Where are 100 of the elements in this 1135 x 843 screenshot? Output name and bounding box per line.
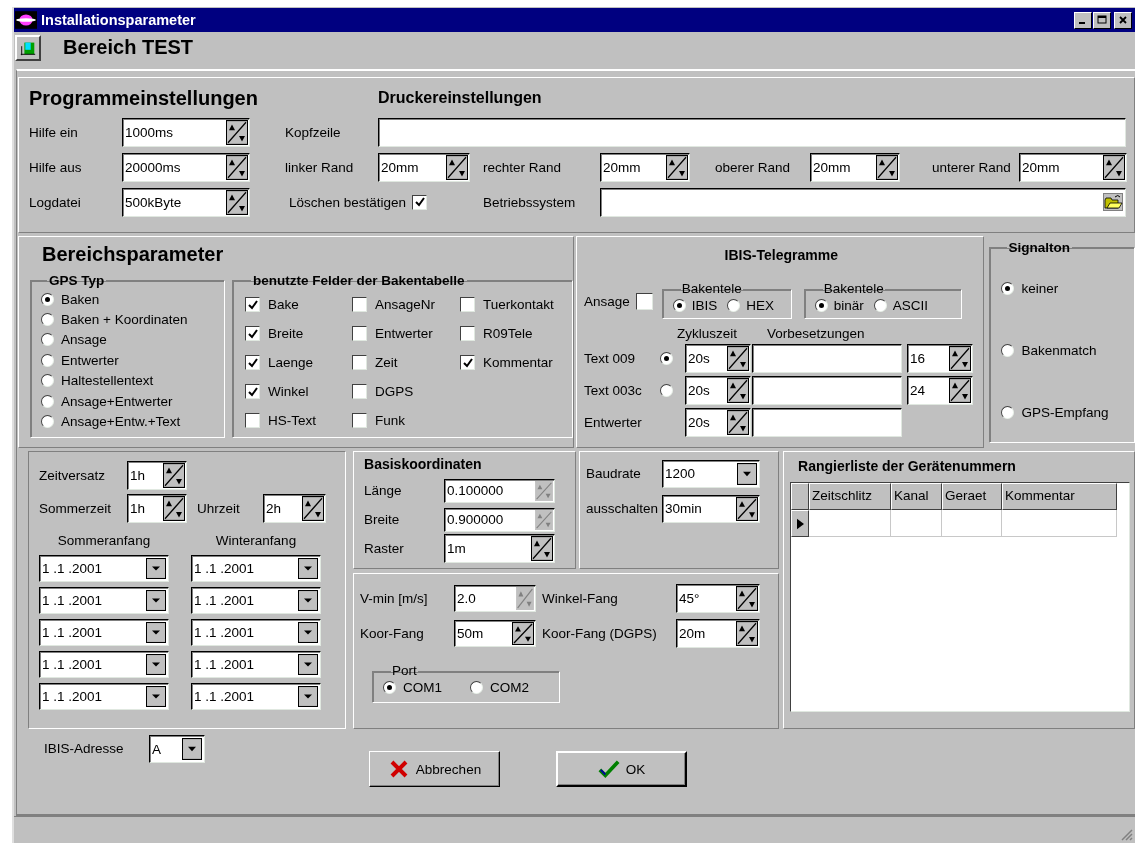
combo-box[interactable]: 1 .1 .2001 bbox=[191, 683, 321, 710]
radio-button[interactable] bbox=[41, 353, 54, 367]
spin-field[interactable]: 20mm bbox=[810, 152, 900, 182]
radio-button[interactable] bbox=[41, 292, 54, 306]
spin-field[interactable]: 2h bbox=[263, 493, 326, 523]
spin-button[interactable] bbox=[302, 495, 324, 521]
spin-button[interactable] bbox=[163, 462, 185, 488]
radio-button[interactable] bbox=[1000, 281, 1014, 295]
dropdown-button[interactable] bbox=[298, 590, 318, 611]
spin-button[interactable] bbox=[226, 119, 248, 145]
resize-grip-icon[interactable] bbox=[1119, 827, 1133, 841]
dropdown-button[interactable] bbox=[298, 622, 318, 643]
radio-button[interactable] bbox=[41, 313, 54, 327]
spin-button[interactable] bbox=[736, 585, 759, 611]
text-field[interactable] bbox=[378, 117, 1126, 147]
checkbox[interactable] bbox=[245, 413, 260, 428]
spin-field[interactable]: 20s bbox=[685, 343, 751, 373]
radio-button[interactable] bbox=[41, 415, 54, 429]
spin-button[interactable] bbox=[446, 154, 468, 180]
spin-button[interactable] bbox=[727, 377, 749, 403]
column-header[interactable]: Zeitschlitz bbox=[809, 483, 892, 510]
combo-box[interactable]: 1 .1 .2001 bbox=[191, 651, 321, 678]
checkbox[interactable] bbox=[352, 413, 367, 428]
checkbox[interactable] bbox=[245, 297, 260, 312]
combo-box[interactable]: 1 .1 .2001 bbox=[39, 587, 169, 614]
row-header-cell[interactable] bbox=[791, 510, 810, 537]
radio-button[interactable] bbox=[873, 298, 887, 312]
text-field[interactable] bbox=[752, 407, 902, 437]
radio-button[interactable] bbox=[727, 298, 741, 312]
checkbox[interactable] bbox=[460, 326, 475, 341]
spin-button[interactable] bbox=[226, 189, 248, 215]
combo-box[interactable]: 1 .1 .2001 bbox=[39, 651, 169, 678]
dropdown-button[interactable] bbox=[146, 622, 166, 643]
spin-field[interactable]: 20mm bbox=[600, 152, 690, 182]
spin-field[interactable]: 30min bbox=[662, 494, 761, 523]
radio-button[interactable] bbox=[470, 680, 484, 694]
spin-field[interactable]: 20m bbox=[676, 618, 761, 648]
dropdown-button[interactable] bbox=[298, 558, 318, 579]
checkbox[interactable] bbox=[412, 194, 428, 210]
spin-button[interactable] bbox=[531, 536, 554, 561]
combo-box[interactable]: 1 .1 .2001 bbox=[191, 587, 321, 614]
dropdown-button[interactable] bbox=[146, 590, 166, 611]
spin-button[interactable] bbox=[226, 154, 248, 180]
column-header[interactable]: Kommentar bbox=[1002, 483, 1118, 510]
cancel-button[interactable]: Abbrechen bbox=[369, 751, 500, 787]
combo-box[interactable]: 1200 bbox=[662, 459, 761, 488]
spin-button[interactable] bbox=[512, 621, 535, 645]
spin-button[interactable] bbox=[949, 345, 971, 371]
combo-box[interactable]: 1 .1 .2001 bbox=[191, 619, 321, 646]
dropdown-button[interactable] bbox=[298, 686, 318, 707]
dropdown-button[interactable] bbox=[182, 738, 202, 760]
minimize-button[interactable] bbox=[1074, 11, 1092, 29]
spin-button[interactable] bbox=[163, 495, 185, 521]
radio-button[interactable] bbox=[1000, 405, 1014, 419]
spin-field[interactable]: 16 bbox=[907, 343, 973, 373]
radio-button[interactable] bbox=[383, 680, 397, 694]
checkbox[interactable] bbox=[245, 384, 260, 399]
radio-button[interactable] bbox=[41, 374, 54, 388]
spin-field[interactable]: 20000ms bbox=[122, 152, 250, 182]
close-button[interactable] bbox=[1114, 11, 1132, 29]
spin-button[interactable] bbox=[736, 620, 759, 646]
radio-button[interactable] bbox=[660, 351, 673, 365]
dropdown-button[interactable] bbox=[298, 654, 318, 675]
spin-button[interactable] bbox=[727, 409, 749, 435]
combo-box[interactable]: 1 .1 .2001 bbox=[39, 619, 169, 646]
radio-button[interactable] bbox=[41, 394, 54, 408]
spin-field[interactable]: 1h bbox=[127, 493, 187, 523]
checkbox[interactable] bbox=[352, 355, 367, 370]
spin-field[interactable]: 24 bbox=[907, 375, 973, 405]
spin-button[interactable] bbox=[1103, 154, 1125, 180]
combo-box[interactable]: A bbox=[149, 735, 205, 763]
column-header[interactable]: Geraet bbox=[942, 483, 1003, 510]
spin-field[interactable]: 1h bbox=[127, 460, 187, 490]
maximize-button[interactable] bbox=[1093, 11, 1111, 29]
radio-button[interactable] bbox=[814, 298, 828, 312]
spin-field[interactable]: 1m bbox=[444, 534, 556, 563]
text-field[interactable] bbox=[752, 375, 902, 405]
checkbox[interactable] bbox=[352, 297, 367, 312]
radio-button[interactable] bbox=[41, 333, 54, 347]
radio-button[interactable] bbox=[1000, 343, 1014, 357]
spin-button[interactable] bbox=[949, 377, 971, 403]
checkbox[interactable] bbox=[352, 326, 367, 341]
dropdown-button[interactable] bbox=[146, 558, 166, 579]
combo-box[interactable]: 1 .1 .2001 bbox=[39, 555, 169, 582]
dropdown-button[interactable] bbox=[146, 686, 166, 707]
radio-button[interactable] bbox=[660, 383, 673, 397]
checkbox[interactable] bbox=[352, 384, 367, 399]
spin-button[interactable] bbox=[666, 154, 688, 180]
combo-box[interactable]: 1 .1 .2001 bbox=[39, 683, 169, 710]
dropdown-button[interactable] bbox=[737, 462, 758, 485]
folder-icon[interactable] bbox=[1103, 192, 1123, 212]
checkbox[interactable] bbox=[460, 297, 475, 312]
spin-field[interactable]: 50m bbox=[454, 619, 537, 647]
spin-field[interactable]: 20s bbox=[685, 407, 751, 437]
spin-field[interactable]: 20mm bbox=[378, 152, 470, 182]
text-field[interactable] bbox=[600, 187, 1126, 217]
ok-button[interactable]: OK bbox=[556, 751, 687, 787]
spin-field[interactable]: 20s bbox=[685, 375, 751, 405]
checkbox[interactable] bbox=[635, 293, 653, 310]
column-header[interactable]: Kanal bbox=[891, 483, 943, 510]
